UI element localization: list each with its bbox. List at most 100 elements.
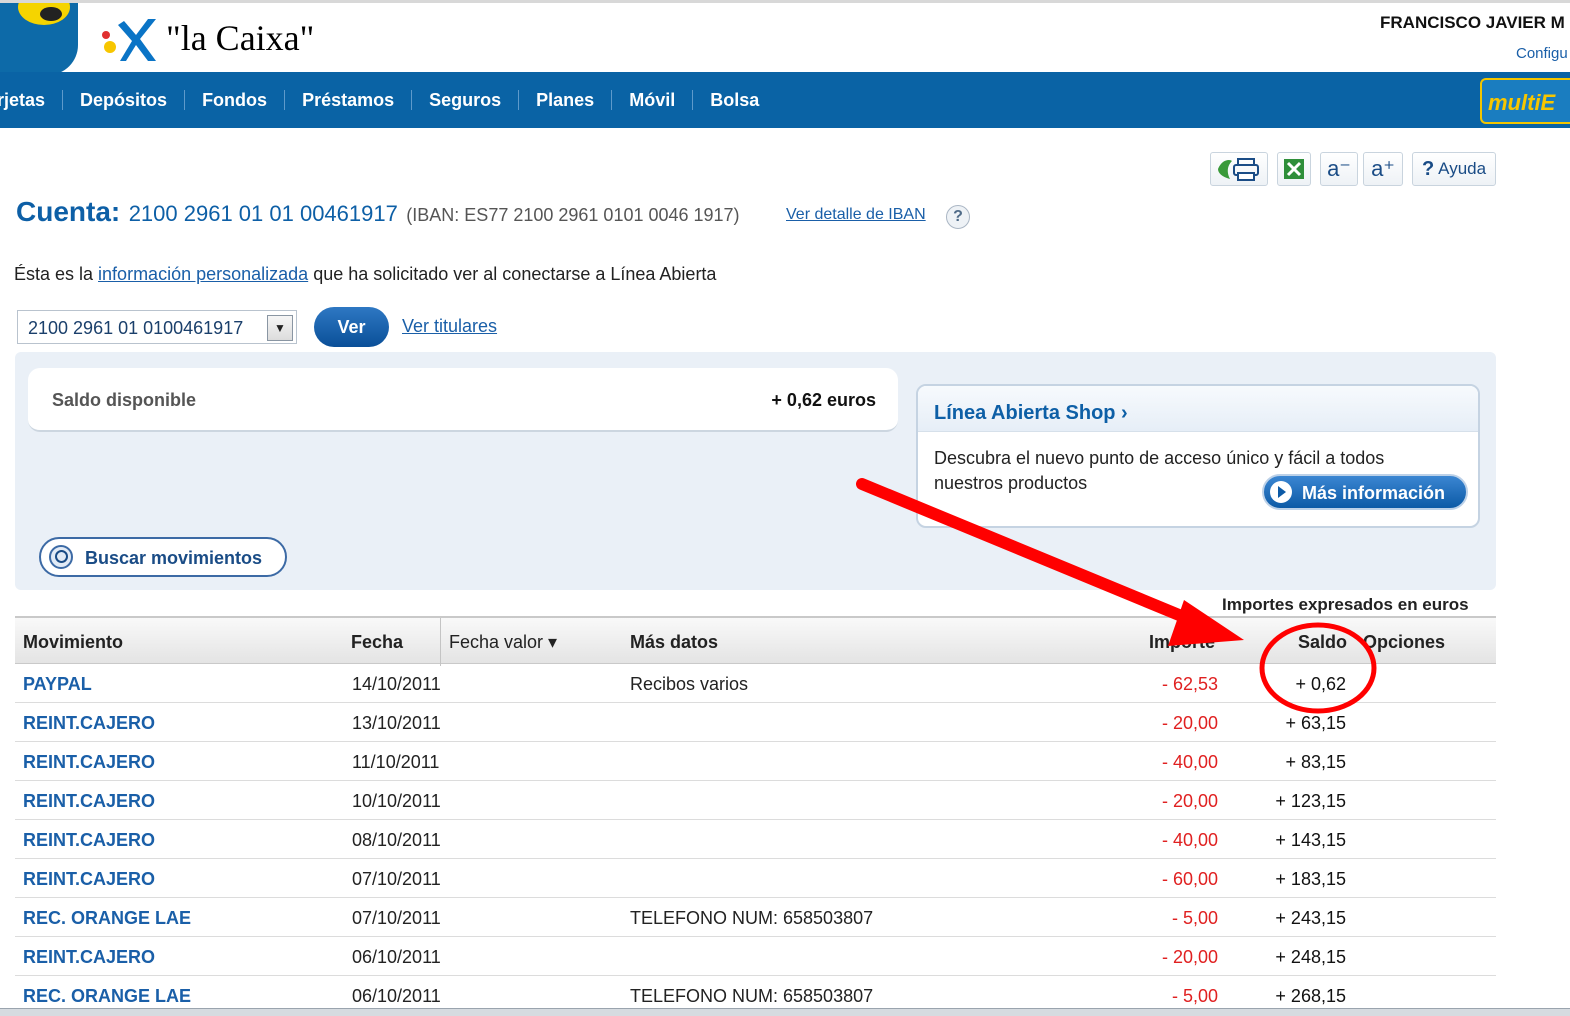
personalized-info-link[interactable]: información personalizada (98, 264, 308, 284)
header-mas-datos: Más datos (630, 632, 719, 652)
text-smaller-button[interactable]: a⁻ (1320, 152, 1358, 186)
linea-abierta-shop-box: Línea Abierta Shop › Descubra el nuevo p… (916, 384, 1480, 528)
help-label: Ayuda (1438, 159, 1487, 178)
mas-datos-cell: TELEFONO NUM: 658503807 (630, 908, 874, 928)
search-icon (49, 545, 73, 569)
importe-cell: - 40,00 (1161, 830, 1218, 850)
shop-title-link[interactable]: Línea Abierta Shop › (934, 402, 1128, 425)
text-larger-button[interactable]: a⁺ (1363, 152, 1403, 186)
saldo-cell: + 123,15 (1275, 791, 1346, 811)
movimiento-link[interactable]: REINT.CAJERO (23, 947, 155, 968)
importe-cell: - 20,00 (1161, 947, 1218, 967)
nav-item-planes[interactable]: Planes (519, 90, 613, 110)
fecha-cell: 11/10/2011 (352, 752, 440, 772)
play-icon (1270, 481, 1292, 503)
user-name: FRANCISCO JAVIER M (1380, 13, 1565, 32)
la-caixa-logo-text: "la Caixa" (166, 18, 315, 58)
account-select[interactable]: 2100 2961 01 0100461917 ▼ (17, 310, 297, 344)
importe-cell: - 40,00 (1161, 752, 1218, 772)
saldo-cell: + 0,62 (1295, 674, 1346, 694)
importe-cell: - 20,00 (1161, 713, 1218, 733)
iban-detail-link[interactable]: Ver detalle de IBAN (786, 206, 926, 224)
mas-datos-cell: TELEFONO NUM: 658503807 (630, 986, 874, 1006)
importe-cell: - 5,00 (1171, 908, 1218, 928)
fecha-cell: 07/10/2011 (352, 908, 441, 928)
importe-cell: - 5,00 (1171, 986, 1218, 1006)
main-navbar: rjetas Depósitos Fondos Préstamos Seguro… (0, 72, 1570, 128)
saldo-cell: + 248,15 (1275, 947, 1346, 967)
nav-item-tarjetas[interactable]: rjetas (0, 90, 64, 110)
nav-item-depositos[interactable]: Depósitos (63, 90, 186, 110)
importe-cell: - 62,53 (1161, 674, 1218, 694)
table-row: PAYPAL 14/10/2011 Recibos varios - 62,53… (15, 664, 1496, 703)
ver-titulares-link[interactable]: Ver titulares (402, 316, 497, 337)
table-row: REINT.CAJERO 07/10/2011 - 60,00 + 183,15 (15, 859, 1496, 898)
saldo-cell: + 183,15 (1275, 869, 1346, 889)
header-fecha[interactable]: Fecha (351, 632, 403, 653)
saldo-cell: + 268,15 (1275, 986, 1346, 1006)
fecha-cell: 14/10/2011 (352, 674, 441, 694)
chevron-down-icon[interactable]: ▼ (267, 315, 293, 341)
saldo-cell: + 83,15 (1285, 752, 1346, 772)
account-iban: (IBAN: ES77 2100 2961 0101 0046 1917) (406, 205, 740, 225)
table-row: REINT.CAJERO 10/10/2011 - 20,00 + 123,15 (15, 781, 1496, 820)
saldo-cell: + 63,15 (1285, 713, 1346, 733)
buscar-movimientos-label: Buscar movimientos (85, 548, 263, 568)
header-fecha-valor[interactable]: Fecha valor ▾ (449, 632, 557, 653)
saldo-cell: + 243,15 (1275, 908, 1346, 928)
importes-note: Importes expresados en euros (1222, 595, 1469, 614)
movimiento-link[interactable]: REINT.CAJERO (23, 752, 155, 773)
header-saldo: Saldo (1298, 632, 1348, 652)
iban-help-icon[interactable]: ? (946, 205, 970, 229)
window-bottom-bar (0, 1008, 1570, 1016)
buscar-movimientos-button[interactable]: Buscar movimientos (39, 537, 287, 577)
nav-item-bolsa[interactable]: Bolsa (693, 90, 776, 110)
nav-item-seguros[interactable]: Seguros (412, 90, 520, 110)
importe-cell: - 60,00 (1161, 869, 1218, 889)
fecha-cell: 08/10/2011 (352, 830, 441, 850)
help-question-icon: ? (1421, 157, 1435, 180)
multiempresa-badge[interactable]: multiE (1480, 78, 1570, 124)
mas-informacion-button[interactable]: Más información (1262, 474, 1468, 510)
movimiento-link[interactable]: REINT.CAJERO (23, 869, 155, 890)
saldo-disponible-value: + 0,62 euros (771, 390, 876, 410)
nav-item-fondos[interactable]: Fondos (185, 90, 286, 110)
header-opciones: Opciones (1363, 632, 1446, 652)
multiempresa-label: multiE (1488, 90, 1556, 115)
table-row: REINT.CAJERO 08/10/2011 - 40,00 + 143,15 (15, 820, 1496, 859)
movimiento-link[interactable]: REINT.CAJERO (23, 791, 155, 812)
fecha-cell: 06/10/2011 (352, 947, 441, 967)
movements-table: Movimiento Fecha Fecha valor ▾ Más datos… (15, 616, 1496, 1015)
mas-informacion-label: Más información (1302, 483, 1446, 503)
config-link[interactable]: Configu (1516, 45, 1568, 62)
movimiento-link[interactable]: PAYPAL (23, 674, 92, 695)
movimiento-link[interactable]: REINT.CAJERO (23, 713, 155, 734)
header-movimiento[interactable]: Movimiento (23, 632, 123, 653)
ver-button[interactable]: Ver (314, 307, 389, 347)
importe-cell: - 20,00 (1161, 791, 1218, 811)
excel-export-button[interactable] (1277, 152, 1311, 186)
fecha-cell: 10/10/2011 (352, 791, 441, 811)
movimiento-link[interactable]: REC. ORANGE LAE (23, 986, 191, 1007)
info-line: Ésta es la información personalizada que… (14, 264, 716, 285)
print-button[interactable] (1210, 152, 1268, 186)
table-header: Movimiento Fecha Fecha valor ▾ Más datos… (15, 616, 1496, 666)
movimiento-link[interactable]: REC. ORANGE LAE (23, 908, 191, 929)
nav-item-movil[interactable]: Móvil (612, 90, 694, 110)
movimiento-link[interactable]: REINT.CAJERO (23, 830, 155, 851)
header-importe: Importe (1149, 632, 1216, 652)
table-row: REINT.CAJERO 13/10/2011 - 20,00 + 63,15 (15, 703, 1496, 742)
fish-decoration (40, 7, 62, 21)
info-prefix: Ésta es la (14, 264, 99, 284)
nav-item-prestamos[interactable]: Préstamos (285, 90, 413, 110)
table-row: REINT.CAJERO 06/10/2011 - 20,00 + 248,15 (15, 937, 1496, 976)
saldo-disponible-box: Saldo disponible + 0,62 euros (28, 368, 898, 432)
help-button[interactable]: ? Ayuda (1412, 152, 1496, 186)
saldo-disponible-label: Saldo disponible (52, 390, 197, 410)
fecha-cell: 13/10/2011 (352, 713, 441, 733)
info-suffix: que ha solicitado ver al conectarse a Lí… (313, 264, 717, 284)
top-header: "la Caixa" FRANCISCO JAVIER M Configu (0, 0, 1570, 75)
header-separator (440, 618, 441, 666)
la-caixa-star-icon (102, 19, 156, 61)
saldo-cell: + 143,15 (1275, 830, 1346, 850)
